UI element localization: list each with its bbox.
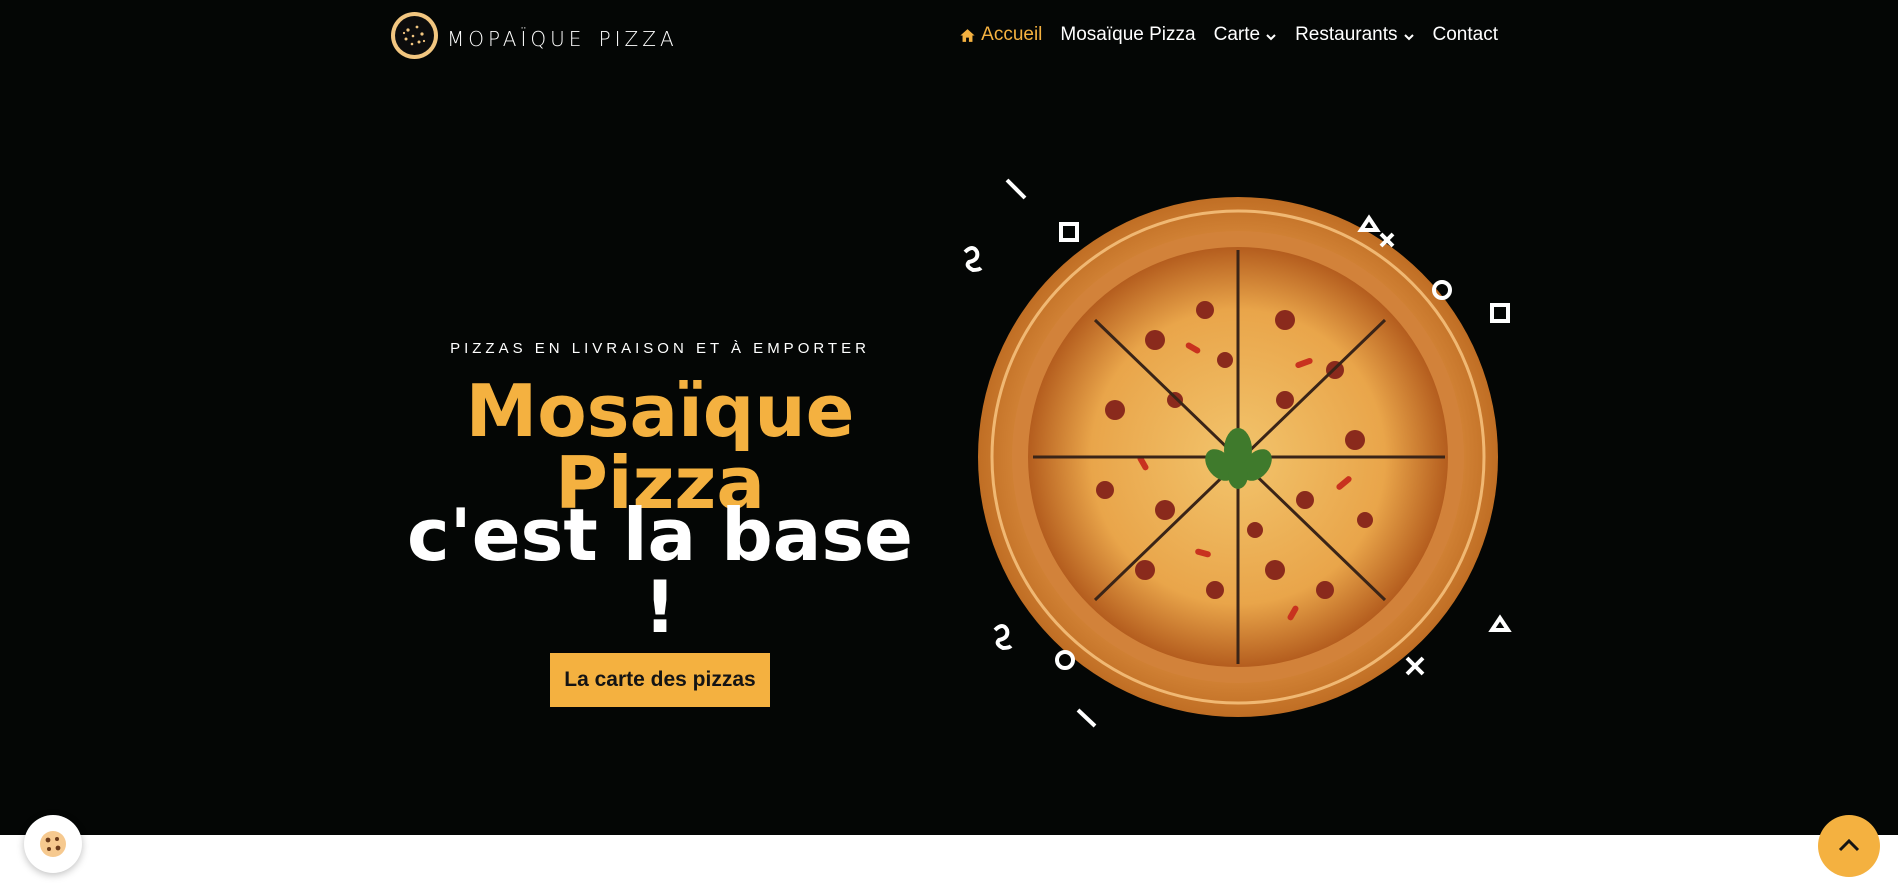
nav-item-carte[interactable]: Carte [1214,24,1277,46]
home-icon [960,28,975,42]
nav-item-accueil[interactable]: Accueil [959,24,1042,46]
hero-eyebrow: PIZZAS EN LIVRAISON ET À EMPORTER [450,340,870,357]
nav-item-label: Restaurants [1295,24,1398,45]
main-nav: Accueil Mosaïque Pizza Carte Restaurants… [959,24,1498,46]
site-header: mopaïque pizza Accueil Mosaïque Pizza Ca… [0,0,1898,76]
nav-item-contact[interactable]: Contact [1433,24,1498,46]
cookie-icon [40,831,66,857]
nav-item-label: Accueil [981,24,1043,45]
nav-item-label: Carte [1213,24,1261,45]
cookie-settings-button[interactable] [24,815,82,873]
menu-cta-button[interactable]: La carte des pizzas [550,653,770,707]
logo-badge [391,12,438,59]
chevron-up-icon [1838,838,1860,852]
logo-wordmark: mopaïque pizza [447,18,678,53]
hero-content: PIZZAS EN LIVRAISON ET À EMPORTER Mosaïq… [390,340,930,707]
chevron-down-icon [1403,34,1414,41]
logo-pizza-icon [395,16,434,55]
scroll-to-top-button[interactable] [1818,815,1880,877]
nav-item-label: Contact [1432,24,1498,45]
site-logo[interactable]: mopaïque pizza [391,12,678,59]
chevron-down-icon [1266,34,1276,41]
nav-item-restaurants[interactable]: Restaurants [1295,24,1414,46]
hero-section: mopaïque pizza Accueil Mosaïque Pizza Ca… [0,0,1898,835]
nav-item-label: Mosaïque Pizza [1060,24,1196,45]
nav-item-mosaique-pizza[interactable]: Mosaïque Pizza [1060,24,1195,46]
pizza-illustration [963,178,1512,728]
hero-subtitle: c'est la base ! [406,493,914,649]
